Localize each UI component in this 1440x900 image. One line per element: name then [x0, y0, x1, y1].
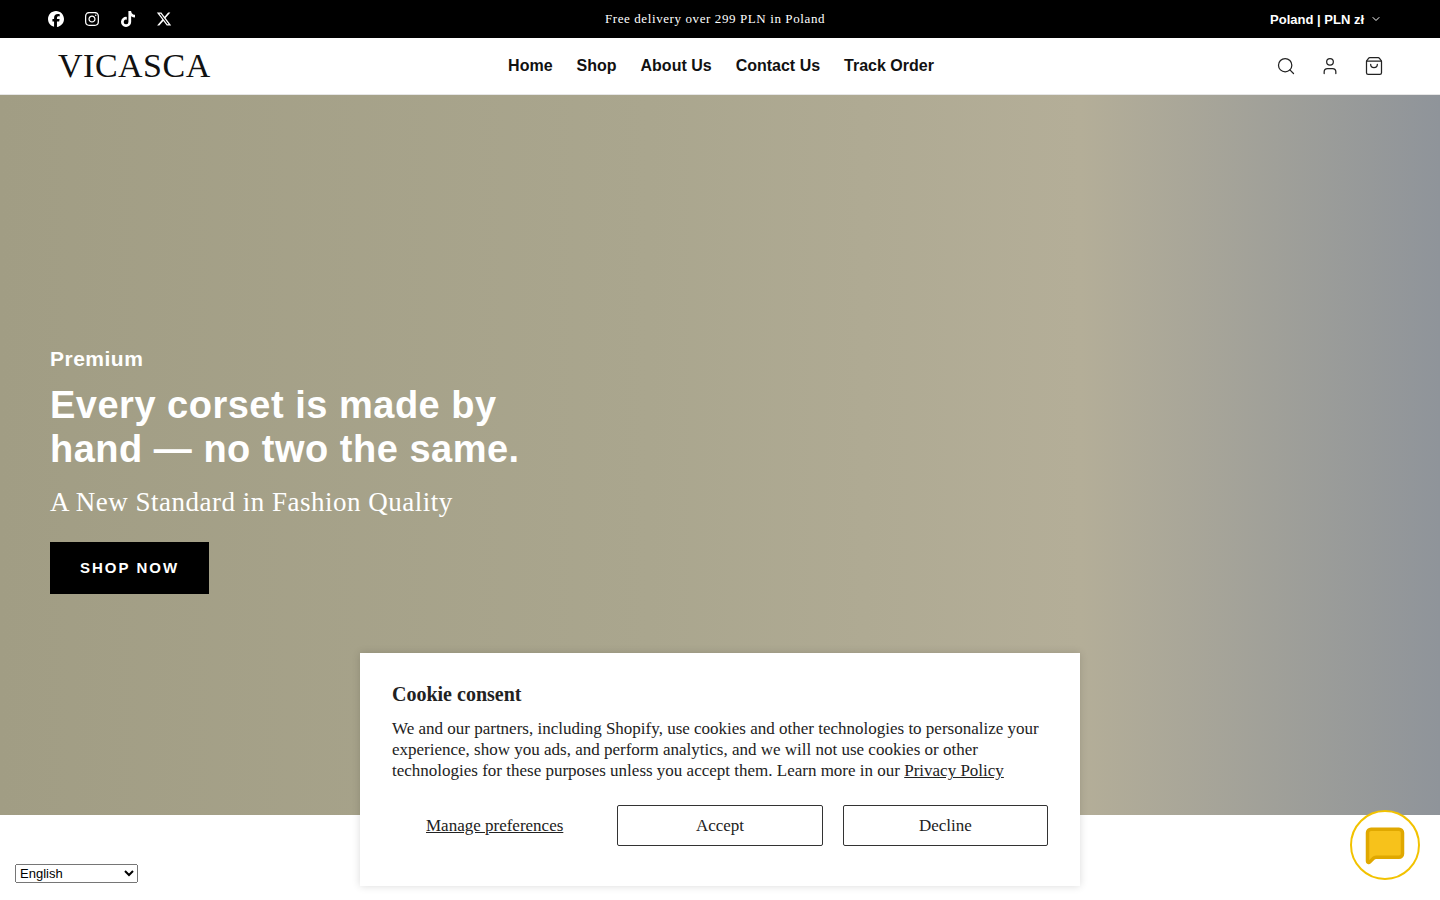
cookie-buttons: Manage preferences Accept Decline [392, 805, 1048, 846]
hero-eyebrow: Premium [50, 347, 1390, 371]
nav-link[interactable]: Contact Us [736, 57, 820, 75]
accept-button[interactable]: Accept [617, 805, 822, 846]
cookie-body: We and our partners, including Shopify, … [392, 718, 1048, 781]
nav-link[interactable]: About Us [641, 57, 712, 75]
cookie-title: Cookie consent [392, 683, 1048, 706]
nav-link[interactable]: Shop [577, 57, 617, 75]
chat-button[interactable] [1350, 810, 1420, 880]
announcement-bar: Free delivery over 299 PLN in Poland Pola… [0, 0, 1440, 38]
chevron-down-icon [1370, 13, 1382, 25]
language-select[interactable]: English [15, 864, 138, 883]
site-header: VICASCAHome Shop About Us Contact Us Track O… [0, 38, 1440, 95]
decline-button[interactable]: Decline [843, 805, 1048, 846]
manage-preferences-button[interactable]: Manage preferences [392, 805, 597, 846]
search-icon[interactable] [1276, 56, 1296, 76]
cookie-consent-dialog: Cookie consent We and our partners, inclu… [360, 653, 1080, 886]
page: Free delivery over 299 PLN in Poland Pola… [0, 0, 1440, 900]
chat-icon [1364, 824, 1406, 866]
shop-now-button[interactable]: SHOP NOW [50, 542, 209, 594]
facebook-icon[interactable] [48, 11, 64, 27]
privacy-policy-link[interactable]: Privacy Policy [904, 761, 1004, 780]
locale-selector[interactable]: Poland | PLN zł [1270, 12, 1382, 27]
social-links [48, 11, 605, 27]
logo[interactable]: VICASCA [58, 47, 508, 85]
hero-heading: Every corset is made by hand — no two th… [50, 383, 590, 471]
main-nav: Home Shop About Us Contact Us Track Order [508, 57, 934, 75]
account-icon[interactable] [1320, 56, 1340, 76]
nav-link[interactable]: Track Order [844, 57, 934, 75]
header-actions [1276, 56, 1384, 76]
tiktok-icon[interactable] [120, 11, 136, 27]
x-icon[interactable] [156, 11, 172, 27]
announcement-text: Free delivery over 299 PLN in Poland [605, 11, 825, 27]
instagram-icon[interactable] [84, 11, 100, 27]
cart-icon[interactable] [1364, 56, 1384, 76]
nav-link[interactable]: Home [508, 57, 552, 75]
hero-subheading: A New Standard in Fashion Quality [50, 487, 1390, 518]
